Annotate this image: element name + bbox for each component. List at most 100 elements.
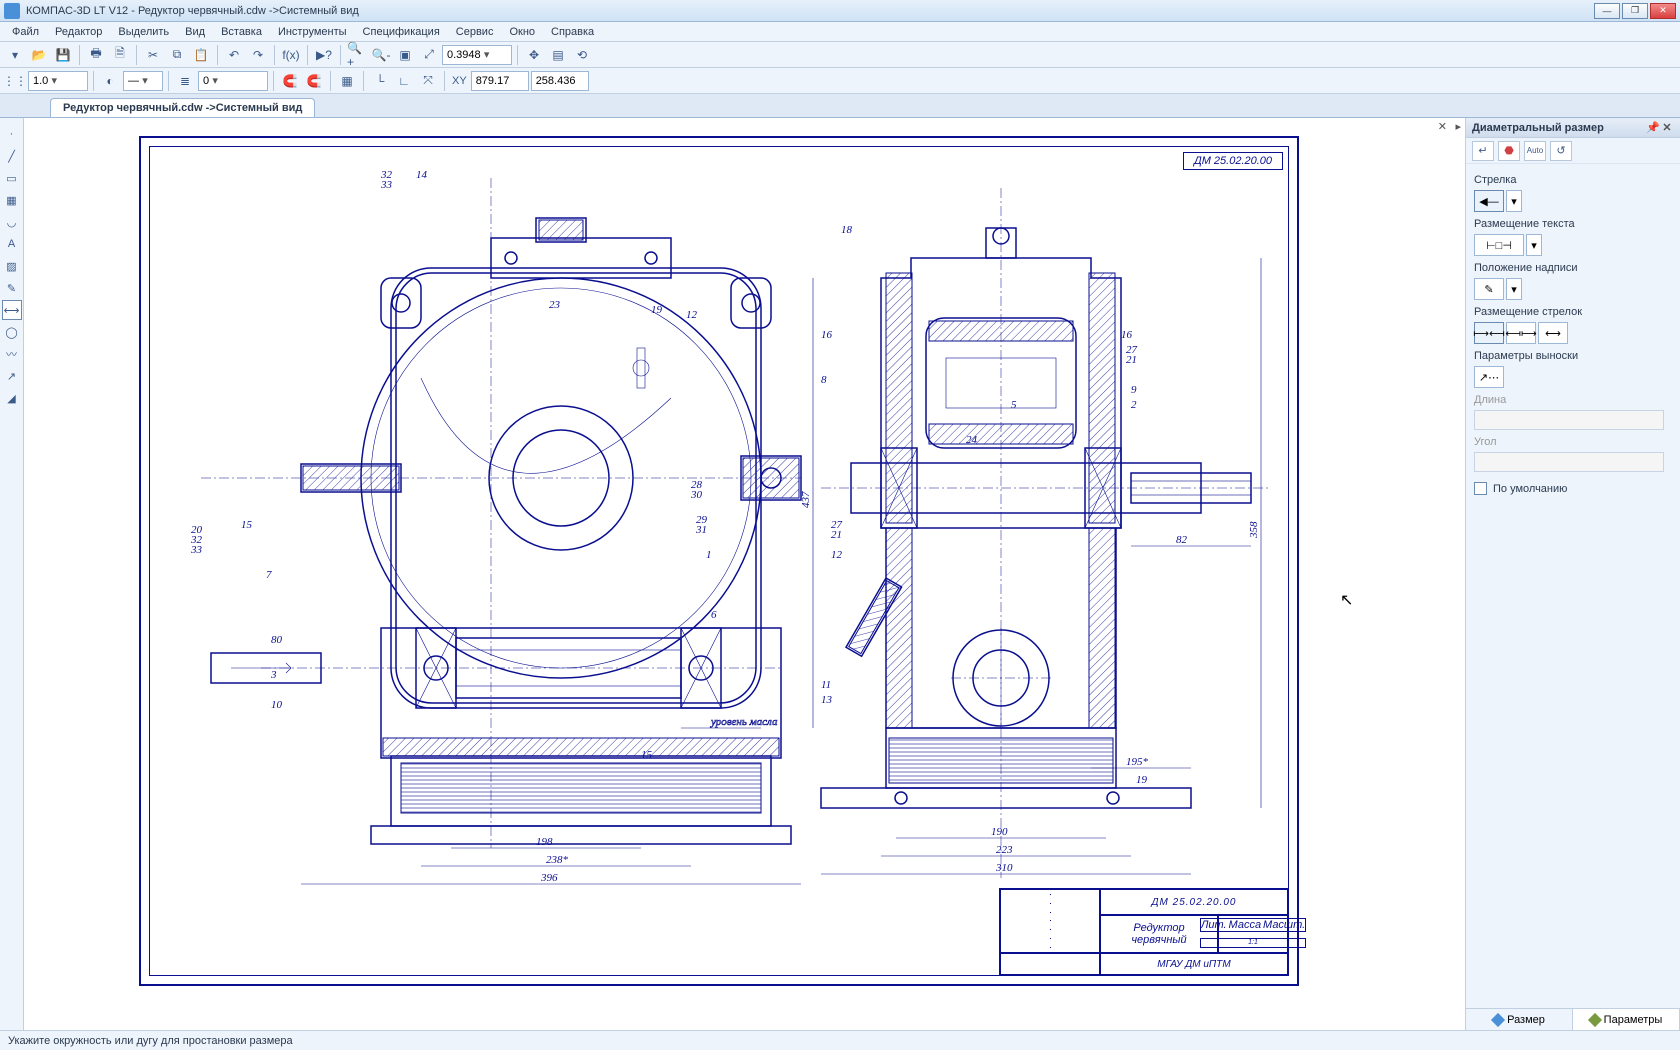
menu-view[interactable]: Вид	[177, 24, 213, 40]
style-field[interactable]: —▾	[123, 71, 163, 91]
zoom-value-field[interactable]: 0.3948▾	[442, 45, 512, 65]
panel-pin-icon[interactable]: 📌	[1646, 121, 1660, 134]
paste-button[interactable]: 📋	[190, 44, 212, 66]
svg-text:16: 16	[1121, 329, 1133, 341]
tool-circle[interactable]: ◯	[2, 322, 22, 342]
tool-aux[interactable]: ◢	[2, 388, 22, 408]
menu-select[interactable]: Выделить	[110, 24, 177, 40]
grid-step-icon[interactable]: ⋮⋮	[4, 70, 26, 92]
tool-text[interactable]: A	[2, 234, 22, 254]
labelpos-button[interactable]: ✎	[1474, 278, 1504, 300]
help-button[interactable]: ▶?	[313, 44, 335, 66]
view1-button[interactable]: ▤	[547, 44, 569, 66]
arrowpos-3[interactable]: ⟷	[1538, 322, 1568, 344]
zoom-fit-button[interactable]: ⤢	[418, 44, 440, 66]
angle-button[interactable]: ∟	[393, 70, 415, 92]
panel-tabs: Размер Параметры	[1466, 1008, 1680, 1030]
layer-button[interactable]: ≣	[174, 70, 196, 92]
close-button[interactable]: ✕	[1650, 3, 1676, 19]
properties-toolbar: ⋮⋮ 1.0▾ ◐ —▾ ≣ 0▾ 🧲 🧲 ▦ └ ∟ ⤧ XY 879.17 …	[0, 68, 1680, 94]
arrow-style-button[interactable]: ◀—	[1474, 190, 1504, 212]
apply-button[interactable]: ↵	[1472, 141, 1494, 161]
undo-button[interactable]: ↶	[223, 44, 245, 66]
snap3-button[interactable]: ⤧	[417, 70, 439, 92]
new-button[interactable]: ▾	[4, 44, 26, 66]
tool-leader[interactable]: ↗	[2, 366, 22, 386]
print-button[interactable]: 🖶	[85, 44, 107, 66]
drawing-canvas[interactable]: ✕ ▸ ДМ 25.02.20.00	[24, 118, 1465, 1030]
view-close-icon[interactable]: ✕	[1438, 120, 1447, 133]
maximize-button[interactable]: ❐	[1622, 3, 1648, 19]
zoom-out-button[interactable]: 🔍-	[370, 44, 392, 66]
arrow-dd[interactable]: ▾	[1506, 190, 1522, 212]
panel-header: Диаметральный размер 📌 ✕	[1466, 118, 1680, 138]
menu-spec[interactable]: Спецификация	[355, 24, 448, 40]
step-field[interactable]: 1.0▾	[28, 71, 88, 91]
svg-text:5: 5	[1011, 399, 1017, 411]
view2-button[interactable]: ⟲	[571, 44, 593, 66]
tool-dimension[interactable]: ⟷	[2, 300, 22, 320]
stop-button[interactable]: ⬣	[1498, 141, 1520, 161]
menu-insert[interactable]: Вставка	[213, 24, 270, 40]
menu-help[interactable]: Справка	[543, 24, 602, 40]
view-pin-icon[interactable]: ▸	[1455, 120, 1461, 133]
compact-toolbar: · ╱ ▭ ▦ ◡ A ▨ ✎ ⟷ ◯ 〰 ↗ ◢	[0, 118, 24, 1030]
svg-text:238*: 238*	[546, 854, 569, 866]
zoom-window-button[interactable]: ▣	[394, 44, 416, 66]
snap2-button[interactable]: 🧲	[303, 70, 325, 92]
reset-button[interactable]: ↺	[1550, 141, 1572, 161]
app-icon	[4, 3, 20, 19]
grid-button[interactable]: ▦	[336, 70, 358, 92]
tool-point[interactable]: ·	[2, 124, 22, 144]
panel-toolbar: ↵ ⬣ Auto ↺	[1466, 138, 1680, 164]
titleblock-org: МГАУ ДМ иПТМ	[1100, 953, 1288, 975]
ortho-button[interactable]: └	[369, 70, 391, 92]
tab-size[interactable]: Размер	[1466, 1009, 1573, 1030]
save-button[interactable]: 💾	[52, 44, 74, 66]
textpos-button[interactable]: ⊢□⊣	[1474, 234, 1524, 256]
leader-button[interactable]: ↗⋯	[1474, 366, 1504, 388]
svg-text:13: 13	[821, 694, 833, 706]
tool-line[interactable]: ╱	[2, 146, 22, 166]
labelpos-dd[interactable]: ▾	[1506, 278, 1522, 300]
zoom-in-button[interactable]: 🔍+	[346, 44, 368, 66]
tool-grid[interactable]: ▦	[2, 190, 22, 210]
tab-params[interactable]: Параметры	[1573, 1009, 1680, 1030]
menu-service[interactable]: Сервис	[448, 24, 502, 40]
menu-tools[interactable]: Инструменты	[270, 24, 355, 40]
redo-button[interactable]: ↷	[247, 44, 269, 66]
tool-arc[interactable]: ◡	[2, 212, 22, 232]
document-tab[interactable]: Редуктор червячный.cdw ->Системный вид	[50, 98, 315, 117]
arrowpos-1[interactable]: ⟼⟻	[1474, 322, 1504, 344]
tool-hatch[interactable]: ▨	[2, 256, 22, 276]
tool-edit[interactable]: ✎	[2, 278, 22, 298]
open-button[interactable]: 📂	[28, 44, 50, 66]
layer-field[interactable]: 0▾	[198, 71, 268, 91]
arrowpos-2[interactable]: ⟻⟼	[1506, 322, 1536, 344]
document-tab-strip: Редуктор червячный.cdw ->Системный вид	[0, 94, 1680, 118]
svg-text:2: 2	[1131, 399, 1137, 411]
textpos-dd[interactable]: ▾	[1526, 234, 1542, 256]
style-button[interactable]: ◐	[99, 70, 121, 92]
menu-bar: Файл Редактор Выделить Вид Вставка Инстр…	[0, 22, 1680, 42]
label-angle: Угол	[1474, 436, 1672, 448]
coord-x-field[interactable]: 879.17	[471, 71, 529, 91]
auto-button[interactable]: Auto	[1524, 141, 1546, 161]
tool-rect[interactable]: ▭	[2, 168, 22, 188]
panel-close-icon[interactable]: ✕	[1660, 121, 1674, 134]
menu-edit[interactable]: Редактор	[47, 24, 110, 40]
preview-button[interactable]: 🗎	[109, 44, 131, 66]
copy-button[interactable]: ⧉	[166, 44, 188, 66]
properties-panel: Диаметральный размер 📌 ✕ ↵ ⬣ Auto ↺ Стре…	[1465, 118, 1680, 1030]
menu-window[interactable]: Окно	[501, 24, 543, 40]
menu-file[interactable]: Файл	[4, 24, 47, 40]
coord-y-field[interactable]: 258.436	[531, 71, 589, 91]
tool-spline[interactable]: 〰	[2, 344, 22, 364]
minimize-button[interactable]: —	[1594, 3, 1620, 19]
cut-button[interactable]: ✂	[142, 44, 164, 66]
default-checkbox[interactable]: По умолчанию	[1474, 482, 1672, 495]
svg-text:12: 12	[686, 309, 698, 321]
pan-button[interactable]: ✥	[523, 44, 545, 66]
fx-button[interactable]: f(x)	[280, 44, 302, 66]
snap1-button[interactable]: 🧲	[279, 70, 301, 92]
